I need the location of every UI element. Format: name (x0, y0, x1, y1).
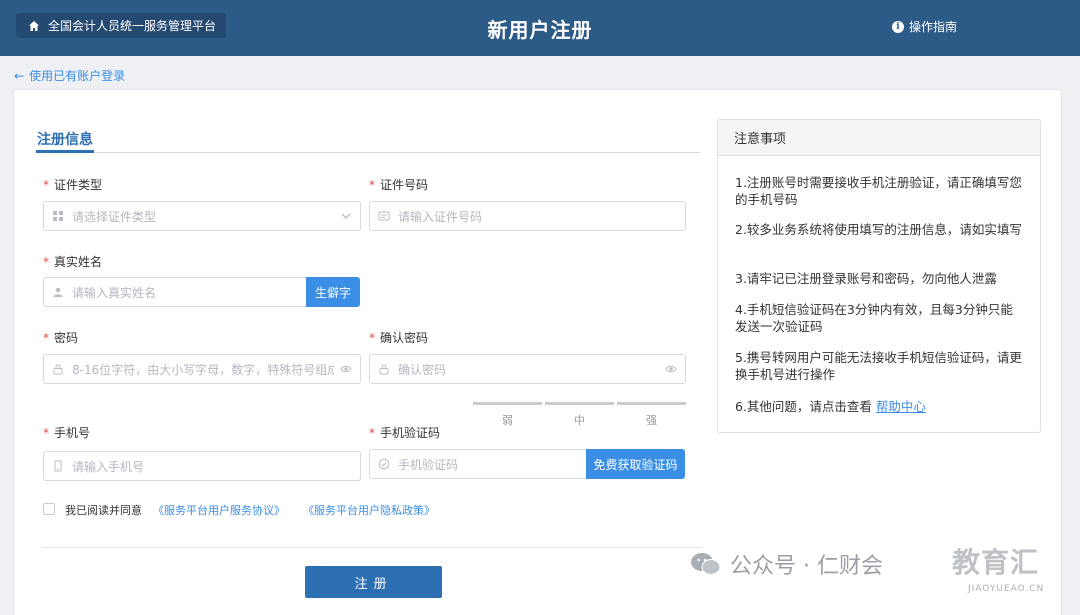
rare-character-button[interactable]: 生僻字 (306, 277, 360, 307)
get-sms-code-button[interactable]: 免费获取验证码 (586, 449, 685, 479)
confirm-password-label: * 确认密码 (369, 331, 429, 345)
section-active-underline (36, 150, 94, 153)
notice-item: 4.手机短信验证码在3分钟内有效，且每3分钟只能发送一次验证码 (735, 302, 1013, 334)
required-mark: * (369, 178, 375, 192)
real-name-placeholder: 请输入真实姓名 (72, 285, 157, 300)
required-mark: * (369, 331, 375, 345)
notice-panel: 注意事项 1.注册账号时需要接收手机注册验证，请正确填写您的手机号码 2.较多业… (717, 119, 1041, 433)
confirm-password-input[interactable]: 确认密码 (369, 354, 686, 384)
user-icon (52, 286, 64, 298)
sms-code-placeholder: 手机验证码 (398, 457, 459, 472)
arrow-left-icon: ← (14, 68, 25, 83)
phone-label: * 手机号 (43, 426, 91, 440)
watermark-url: JIAOYUEAO.CN (968, 584, 1045, 594)
strength-bar-weak (473, 402, 542, 405)
privacy-policy-link[interactable]: 《服务平台用户隐私政策》 (303, 502, 435, 518)
notice-item: 2.较多业务系统将使用填写的注册信息，请如实填写 (735, 222, 1022, 237)
sms-code-label: * 手机验证码 (369, 426, 441, 440)
sms-code-input[interactable]: 手机验证码 (369, 449, 587, 479)
required-mark: * (43, 426, 49, 440)
notice-item: 5.携号转网用户可能无法接收手机短信验证码，请更换手机号进行操作 (735, 350, 1022, 382)
strength-bar-medium (545, 402, 614, 405)
top-header-bar: 全国会计人员统一服务管理平台 新用户注册 i 操作指南 (0, 0, 1080, 56)
required-mark: * (369, 426, 375, 440)
phone-input[interactable]: 请输入手机号 (43, 451, 361, 481)
strength-label-weak: 弱 (502, 414, 513, 427)
notice-title: 注意事项 (718, 120, 1040, 156)
wechat-icon (691, 553, 721, 575)
eye-icon[interactable] (340, 363, 352, 375)
notice-item-help: 6.其他问题，请点击查看 帮助中心 (735, 398, 1025, 415)
required-mark: * (43, 255, 49, 269)
lock-icon (52, 363, 64, 375)
check-circle-icon (378, 458, 390, 470)
password-input[interactable]: 8-16位字符，由大小写字母，数字，特殊符号组成 (43, 354, 361, 384)
password-placeholder: 8-16位字符，由大小写字母，数字，特殊符号组成 (72, 362, 334, 377)
real-name-label: * 真实姓名 (43, 255, 103, 269)
strength-label-medium: 中 (574, 414, 585, 427)
section-divider (36, 152, 700, 153)
watermark-brand: 教育汇 (952, 546, 1040, 579)
password-label: * 密码 (43, 331, 79, 345)
required-mark: * (43, 178, 49, 192)
guide-label: 操作指南 (909, 20, 958, 34)
agree-text: 我已阅读并同意 (65, 504, 142, 517)
notice-item: 3.请牢记已注册登录账号和密码，勿向他人泄露 (735, 271, 997, 286)
id-card-icon (378, 210, 390, 222)
back-to-login-label: 使用已有账户登录 (29, 69, 126, 83)
watermark: 公众号 · 仁财会 (690, 548, 883, 580)
notice-help-prefix: 6.其他问题，请点击查看 (735, 399, 876, 414)
id-type-label: * 证件类型 (43, 178, 103, 192)
mobile-phone-icon (52, 460, 64, 472)
real-name-input[interactable]: 请输入真实姓名 (43, 277, 307, 307)
agree-checkbox[interactable] (43, 503, 55, 515)
section-title: 注册信息 (37, 132, 93, 148)
service-agreement-link[interactable]: 《服务平台用户服务协议》 (153, 502, 285, 518)
watermark-text: 公众号 · 仁财会 (730, 554, 883, 579)
phone-placeholder: 请输入手机号 (72, 459, 145, 474)
form-footer-divider (42, 547, 702, 548)
eye-icon[interactable] (665, 363, 677, 375)
info-icon: i (892, 20, 904, 33)
id-number-input[interactable]: 请输入证件号码 (369, 201, 686, 231)
help-center-link[interactable]: 帮助中心 (876, 399, 926, 414)
guide-link[interactable]: i 操作指南 (892, 18, 957, 35)
lock-icon (378, 363, 390, 375)
grid-icon (52, 210, 64, 222)
id-type-select[interactable]: 请选择证件类型 (43, 201, 361, 231)
id-number-label: * 证件号码 (369, 178, 429, 192)
id-number-placeholder: 请输入证件号码 (398, 209, 483, 224)
confirm-password-placeholder: 确认密码 (398, 362, 447, 377)
strength-label-strong: 强 (646, 414, 657, 427)
strength-bar-strong (617, 402, 686, 405)
chevron-down-icon (340, 210, 352, 222)
back-to-login-link[interactable]: ← 使用已有账户登录 (14, 67, 125, 84)
id-type-placeholder: 请选择证件类型 (72, 209, 157, 224)
required-mark: * (43, 331, 49, 345)
notice-item: 1.注册账号时需要接收手机注册验证，请正确填写您的手机号码 (735, 175, 1022, 207)
register-submit-button[interactable]: 注册 (305, 566, 442, 598)
